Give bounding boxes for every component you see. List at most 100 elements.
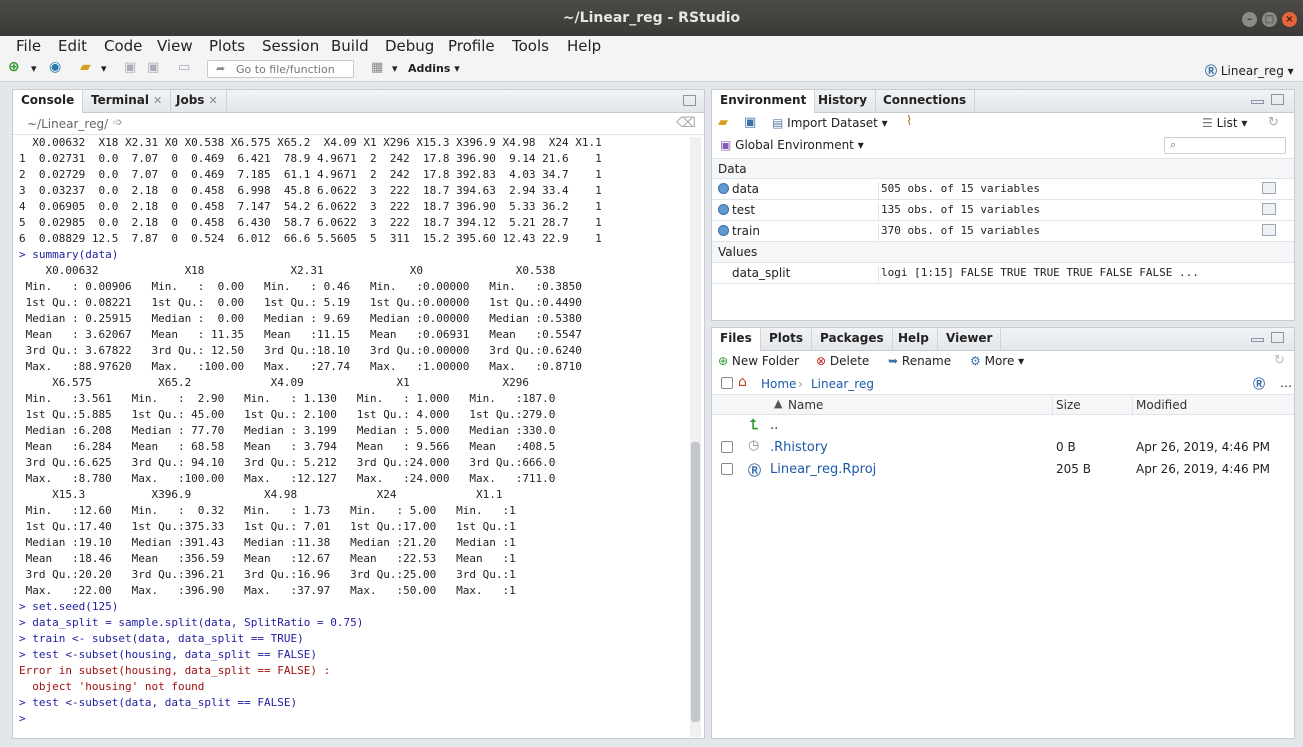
broom-icon[interactable]: ⌇ (906, 114, 912, 129)
tab-plots[interactable]: Plots (761, 328, 813, 350)
list-view-dropdown[interactable]: ☰ List ▾ (1202, 116, 1247, 130)
env-row-train[interactable]: train 370 obs. of 15 variables (712, 221, 1294, 242)
minimize-pane-icon[interactable] (1251, 338, 1264, 342)
env-search-input[interactable]: ⌕ (1164, 137, 1286, 154)
console-output-line: Median :6.208 Median : 77.70 Median : 3.… (19, 424, 569, 437)
file-checkbox[interactable] (721, 441, 733, 453)
menu-build[interactable]: Build (331, 37, 369, 55)
new-folder-button[interactable]: ⊕ New Folder (718, 354, 799, 368)
close-jobs-icon[interactable]: ✕ (208, 94, 217, 107)
env-row-data[interactable]: data 505 obs. of 15 variables (712, 179, 1294, 200)
console-scroll-thumb[interactable] (691, 442, 700, 722)
tab-connections[interactable]: Connections (875, 90, 976, 112)
save-all-icon[interactable]: ▣ (147, 60, 159, 76)
save-workspace-icon[interactable]: ▣ (744, 115, 756, 130)
menu-debug[interactable]: Debug (385, 37, 434, 55)
open-file-icon[interactable]: ▰ (80, 59, 91, 75)
console-working-dir[interactable]: ~/Linear_reg/ (27, 117, 108, 131)
new-file-icon[interactable]: ⊕ (8, 59, 20, 75)
view-table-icon[interactable] (1262, 182, 1276, 194)
file-modified: Apr 26, 2019, 4:46 PM (1136, 462, 1270, 476)
console-scrollbar[interactable] (690, 137, 701, 737)
tab-jobs[interactable]: Jobs ✕ (168, 90, 227, 112)
console-output-line: Mean : 3.62067 Mean : 11.35 Mean :11.15 … (19, 328, 596, 341)
close-window-icon[interactable]: × (1282, 12, 1297, 27)
refresh-files-icon[interactable]: ↻ (1274, 353, 1285, 368)
delete-button[interactable]: ⊗ Delete (816, 354, 869, 368)
minimize-icon[interactable]: – (1242, 12, 1257, 27)
file-name[interactable]: .Rhistory (770, 440, 828, 455)
go-to-project-icon[interactable]: Ⓡ (1253, 375, 1265, 392)
pane-layout-icon[interactable]: ▦ (371, 60, 383, 76)
file-name[interactable]: Linear_reg.Rproj (770, 462, 876, 477)
global-env-dropdown[interactable]: ▣ Global Environment ▾ (720, 138, 864, 152)
file-checkbox[interactable] (721, 463, 733, 475)
menu-tools[interactable]: Tools (512, 37, 549, 55)
clear-console-icon[interactable]: ⌫ (676, 115, 696, 131)
rename-button[interactable]: ➥ Rename (888, 354, 951, 368)
console-output-line: Median : 0.25915 Median : 0.00 Median : … (19, 312, 596, 325)
new-file-dropdown-icon[interactable]: ▾ (31, 62, 37, 78)
print-icon[interactable]: ▭ (178, 60, 190, 76)
pane-layout-dropdown-icon[interactable]: ▾ (392, 62, 398, 78)
env-row-test[interactable]: test 135 obs. of 15 variables (712, 200, 1294, 221)
tab-console[interactable]: Console (13, 90, 84, 113)
col-size-header[interactable]: Size (1056, 398, 1081, 412)
menu-file[interactable]: File (16, 37, 41, 55)
maximize-pane-icon[interactable] (1271, 332, 1284, 343)
console-output[interactable]: X0.00632 X18 X2.31 X0 X0.538 X6.575 X65.… (13, 135, 689, 738)
file-row[interactable]: Ⓡ Linear_reg.Rproj 205 B Apr 26, 2019, 4… (712, 459, 1294, 482)
view-table-icon[interactable] (1262, 203, 1276, 215)
new-project-icon[interactable]: ◉ (49, 59, 61, 75)
menu-plots[interactable]: Plots (209, 37, 245, 55)
col-modified-header[interactable]: Modified (1136, 398, 1187, 412)
save-icon[interactable]: ▣ (124, 60, 136, 76)
refresh-env-icon[interactable]: ↻ (1268, 115, 1279, 130)
menu-edit[interactable]: Edit (58, 37, 87, 55)
menu-session[interactable]: Session (262, 37, 319, 55)
search-icon: ⌕ (1170, 138, 1177, 151)
expand-icon[interactable] (718, 183, 729, 194)
view-table-icon[interactable] (1262, 224, 1276, 236)
tab-terminal[interactable]: Terminal ✕ (83, 90, 172, 112)
goto-file-input[interactable]: ➦ Go to file/function (207, 60, 354, 78)
menu-profile[interactable]: Profile (448, 37, 495, 55)
file-row-parent[interactable]: ⮤ .. (712, 415, 1294, 438)
select-all-checkbox[interactable] (721, 377, 733, 389)
menu-help[interactable]: Help (567, 37, 601, 55)
breadcrumb-linear-reg[interactable]: Linear_reg (811, 377, 874, 391)
open-recent-dropdown-icon[interactable]: ▾ (101, 62, 107, 78)
restore-pane-icon[interactable] (683, 95, 696, 106)
more-path-icon[interactable]: … (1280, 376, 1292, 390)
menu-view[interactable]: View (157, 37, 193, 55)
close-terminal-icon[interactable]: ✕ (153, 94, 162, 107)
more-menu[interactable]: ⚙ More ▾ (970, 354, 1024, 368)
maximize-pane-icon[interactable] (1271, 94, 1284, 105)
goto-dir-icon[interactable]: ➩ (113, 115, 123, 129)
import-dataset-button[interactable]: ▤ Import Dataset ▾ (772, 116, 888, 130)
rename-icon: ➥ (888, 354, 899, 368)
load-workspace-icon[interactable]: ▰ (718, 115, 728, 130)
tab-files[interactable]: Files (712, 328, 761, 351)
global-env-label: Global Environment (735, 138, 854, 152)
tab-history[interactable]: History (810, 90, 877, 112)
file-row[interactable]: ◷ .Rhistory 0 B Apr 26, 2019, 4:46 PM (712, 436, 1294, 459)
maximize-icon[interactable]: □ (1262, 12, 1277, 27)
env-row-data-split[interactable]: data_split logi [1:15] FALSE TRUE TRUE T… (712, 263, 1294, 284)
console-output-line: Max. :8.780 Max. :100.00 Max. :12.127 Ma… (19, 472, 569, 485)
tab-viewer[interactable]: Viewer (938, 328, 1002, 350)
expand-icon[interactable] (718, 204, 729, 215)
sort-ascending-icon[interactable]: ▲ (774, 397, 782, 410)
project-menu[interactable]: Ⓡ Linear_reg ▾ (1205, 62, 1294, 78)
minimize-pane-icon[interactable] (1251, 100, 1264, 104)
breadcrumb-home[interactable]: Home (761, 377, 796, 391)
expand-icon[interactable] (718, 225, 729, 236)
tab-environment[interactable]: Environment (712, 90, 816, 113)
parent-dir-link[interactable]: .. (770, 418, 778, 433)
menu-code[interactable]: Code (104, 37, 142, 55)
home-icon[interactable]: ⌂ (738, 374, 747, 390)
col-name-header[interactable]: Name (788, 398, 823, 412)
tab-help[interactable]: Help (890, 328, 938, 350)
tab-packages[interactable]: Packages (812, 328, 893, 350)
addins-menu[interactable]: Addins ▾ (408, 62, 460, 78)
